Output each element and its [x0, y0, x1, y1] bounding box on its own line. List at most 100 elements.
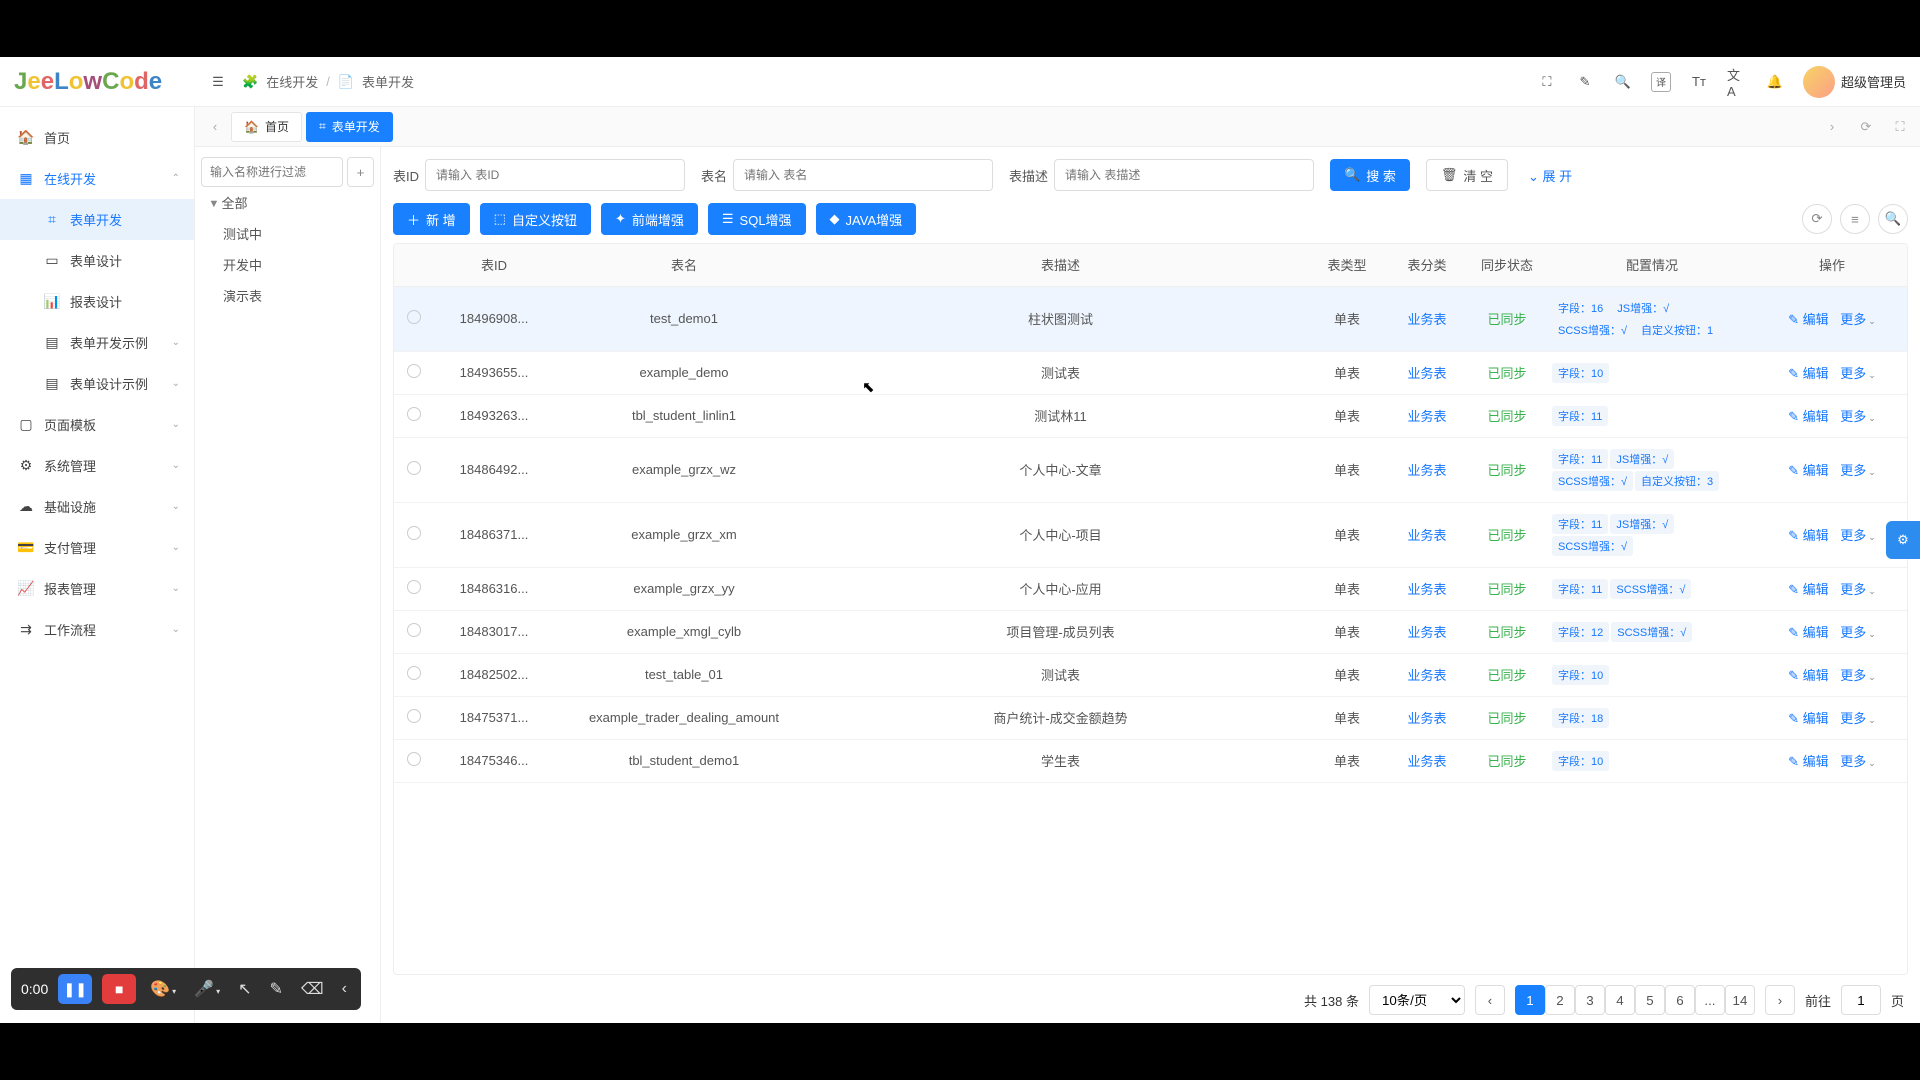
cell-category[interactable]: 业务表: [1407, 668, 1446, 683]
sidebar-item-report-design[interactable]: 📊报表设计: [0, 281, 194, 322]
tree-node[interactable]: 测试中: [201, 218, 374, 249]
row-radio[interactable]: [407, 407, 421, 421]
cell-category[interactable]: 业务表: [1407, 312, 1446, 327]
edit-link[interactable]: ✎ 编辑: [1788, 668, 1829, 683]
row-radio[interactable]: [407, 364, 421, 378]
row-radio[interactable]: [407, 580, 421, 594]
sidebar-item-payment[interactable]: 💳支付管理⌄: [0, 527, 194, 568]
menu-toggle-icon[interactable]: ☰: [208, 72, 228, 92]
cell-category[interactable]: 业务表: [1407, 625, 1446, 640]
tab-prev-icon[interactable]: ‹: [203, 115, 227, 139]
edit-link[interactable]: ✎ 编辑: [1788, 312, 1829, 327]
recorder-mic-button[interactable]: 🎤▾: [190, 979, 224, 999]
table-row[interactable]: 18483017... example_xmgl_cylb 项目管理-成员列表 …: [394, 610, 1907, 653]
tab-form-dev[interactable]: ⌗表单开发: [306, 112, 393, 142]
cell-category[interactable]: 业务表: [1407, 754, 1446, 769]
page-number-button[interactable]: 5: [1635, 985, 1665, 1015]
tab-home[interactable]: 🏠首页: [231, 112, 302, 142]
more-link[interactable]: 更多⌄: [1840, 528, 1876, 543]
table-row[interactable]: 18486492... example_grzx_wz 个人中心-文章 单表 业…: [394, 437, 1907, 502]
table-row[interactable]: 18496908... test_demo1 柱状图测试 单表 业务表 已同步 …: [394, 286, 1907, 351]
page-number-button[interactable]: 1: [1515, 985, 1545, 1015]
table-row[interactable]: 18486371... example_grzx_xm 个人中心-项目 单表 业…: [394, 502, 1907, 567]
edit-link[interactable]: ✎ 编辑: [1788, 754, 1829, 769]
row-radio[interactable]: [407, 709, 421, 723]
edit-link[interactable]: ✎ 编辑: [1788, 582, 1829, 597]
language-icon[interactable]: 文A: [1727, 72, 1747, 92]
table-row[interactable]: 18493263... tbl_student_linlin1 测试林11 单表…: [394, 394, 1907, 437]
bell-icon[interactable]: 🔔: [1765, 72, 1785, 92]
sidebar-item-form-design-example[interactable]: ▤表单设计示例⌄: [0, 363, 194, 404]
row-radio[interactable]: [407, 623, 421, 637]
filter-desc-input[interactable]: [1054, 159, 1314, 191]
filter-name-input[interactable]: [733, 159, 993, 191]
recorder-cursor-button[interactable]: ↖: [234, 979, 255, 999]
page-number-button[interactable]: 3: [1575, 985, 1605, 1015]
sql-enhance-button[interactable]: ☰SQL增强: [708, 203, 806, 235]
tab-next-icon[interactable]: ›: [1820, 115, 1844, 139]
row-radio[interactable]: [407, 752, 421, 766]
recorder-pen-button[interactable]: ✎: [266, 979, 287, 999]
expand-icon[interactable]: ⛶: [1888, 115, 1912, 139]
expand-filters-button[interactable]: ⌄ 展 开: [1528, 166, 1572, 185]
table-row[interactable]: 18493655... example_demo 测试表 单表 业务表 已同步 …: [394, 351, 1907, 394]
more-link[interactable]: 更多⌄: [1840, 312, 1876, 327]
page-number-button[interactable]: 14: [1725, 985, 1755, 1015]
add-button[interactable]: ＋新 增: [393, 203, 470, 235]
tree-root[interactable]: 全部: [201, 187, 374, 218]
more-link[interactable]: 更多⌄: [1840, 754, 1876, 769]
java-enhance-button[interactable]: ◆JAVA增强: [816, 203, 917, 235]
sidebar-item-infra[interactable]: ☁基础设施⌄: [0, 486, 194, 527]
cell-category[interactable]: 业务表: [1407, 409, 1446, 424]
page-next-button[interactable]: ›: [1765, 985, 1795, 1015]
edit-link[interactable]: ✎ 编辑: [1788, 711, 1829, 726]
search-button[interactable]: 🔍搜 索: [1330, 159, 1410, 191]
wizard-icon[interactable]: ✎: [1575, 72, 1595, 92]
user-menu[interactable]: 超级管理员: [1803, 66, 1906, 98]
sidebar-item-workflow[interactable]: ⇉工作流程⌄: [0, 609, 194, 650]
tree-node[interactable]: 演示表: [201, 280, 374, 311]
row-radio[interactable]: [407, 310, 421, 324]
sidebar-item-system[interactable]: ⚙系统管理⌄: [0, 445, 194, 486]
sidebar-item-page-template[interactable]: ▢页面模板⌄: [0, 404, 194, 445]
custom-button[interactable]: ⬚自定义按钮: [480, 203, 591, 235]
row-radio[interactable]: [407, 666, 421, 680]
page-number-button[interactable]: 6: [1665, 985, 1695, 1015]
more-link[interactable]: 更多⌄: [1840, 463, 1876, 478]
clear-button[interactable]: 🗑清 空: [1426, 159, 1508, 191]
frontend-enhance-button[interactable]: ✦前端增强: [601, 203, 698, 235]
more-link[interactable]: 更多⌄: [1840, 366, 1876, 381]
recorder-pause-button[interactable]: ❚❚: [58, 974, 92, 1004]
breadcrumb-item[interactable]: 表单开发: [362, 72, 414, 91]
search-icon[interactable]: 🔍: [1613, 72, 1633, 92]
more-link[interactable]: 更多⌄: [1840, 711, 1876, 726]
table-row[interactable]: 18475371... example_trader_dealing_amoun…: [394, 696, 1907, 739]
tree-filter-input[interactable]: [201, 157, 343, 187]
table-row[interactable]: 18482502... test_table_01 测试表 单表 业务表 已同步…: [394, 653, 1907, 696]
page-size-select[interactable]: 10条/页: [1369, 985, 1465, 1015]
page-number-button[interactable]: ...: [1695, 985, 1725, 1015]
filter-id-input[interactable]: [425, 159, 685, 191]
cell-category[interactable]: 业务表: [1407, 463, 1446, 478]
sidebar-item-report-mgmt[interactable]: 📈报表管理⌄: [0, 568, 194, 609]
fullscreen-icon[interactable]: ⛶: [1537, 72, 1557, 92]
translate-badge[interactable]: 译: [1651, 72, 1671, 92]
more-link[interactable]: 更多⌄: [1840, 409, 1876, 424]
row-radio[interactable]: [407, 461, 421, 475]
search-toggle-button[interactable]: 🔍: [1878, 204, 1908, 234]
edit-link[interactable]: ✎ 编辑: [1788, 625, 1829, 640]
cell-category[interactable]: 业务表: [1407, 366, 1446, 381]
table-row[interactable]: 18486316... example_grzx_yy 个人中心-应用 单表 业…: [394, 567, 1907, 610]
cell-category[interactable]: 业务表: [1407, 711, 1446, 726]
recorder-erase-button[interactable]: ⌫: [297, 979, 328, 999]
cell-category[interactable]: 业务表: [1407, 528, 1446, 543]
font-size-icon[interactable]: Tᴛ: [1689, 72, 1709, 92]
page-number-button[interactable]: 4: [1605, 985, 1635, 1015]
cell-category[interactable]: 业务表: [1407, 582, 1446, 597]
breadcrumb-item[interactable]: 在线开发: [266, 72, 318, 91]
sidebar-home[interactable]: 🏠首页: [0, 117, 194, 158]
recorder-stop-button[interactable]: ■: [102, 974, 136, 1004]
floating-settings-button[interactable]: ⚙: [1886, 521, 1920, 559]
edit-link[interactable]: ✎ 编辑: [1788, 409, 1829, 424]
page-prev-button[interactable]: ‹: [1475, 985, 1505, 1015]
